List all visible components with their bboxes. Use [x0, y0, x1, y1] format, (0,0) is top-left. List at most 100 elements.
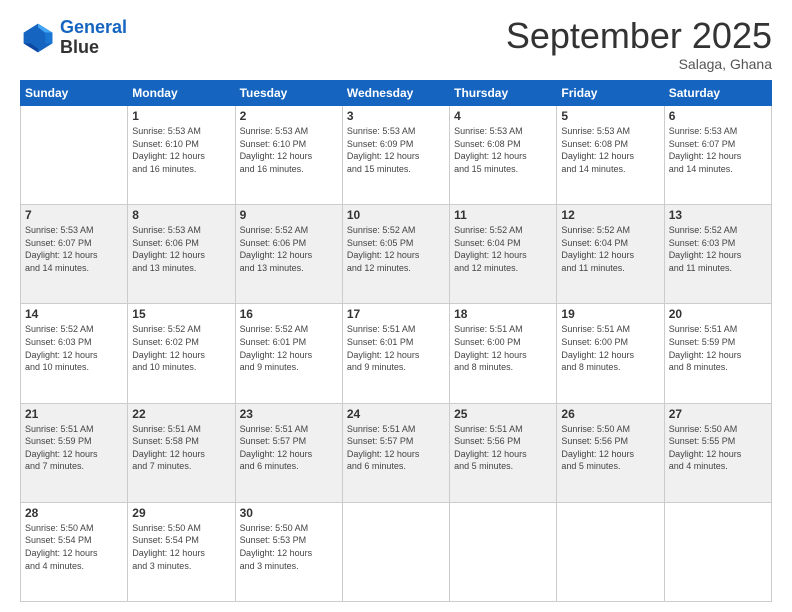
table-row: 1Sunrise: 5:53 AM Sunset: 6:10 PM Daylig…	[128, 106, 235, 205]
table-row: 10 Sunrise: 5:52 AM Sunset: 6:05 PM Dayli…	[342, 205, 449, 304]
day-info: Sunrise: 5:52 AM Sunset: 6:06 PM Dayligh…	[240, 224, 338, 274]
col-friday: Friday	[557, 81, 664, 106]
day-info: Sunrise: 5:53 AM Sunset: 6:08 PM Dayligh…	[561, 125, 659, 175]
day-info: Sunrise: 5:51 AM Sunset: 6:01 PM Dayligh…	[347, 323, 445, 373]
table-row: 26 Sunrise: 5:50 AM Sunset: 5:56 PM Dayli…	[557, 403, 664, 502]
table-row: 22 Sunrise: 5:51 AM Sunset: 5:58 PM Dayli…	[128, 403, 235, 502]
table-row: 8 Sunrise: 5:53 AM Sunset: 6:06 PM Daylig…	[128, 205, 235, 304]
table-row: 19Sunrise: 5:51 AM Sunset: 6:00 PM Dayli…	[557, 304, 664, 403]
day-number: 23	[240, 407, 338, 421]
table-row: 15 Sunrise: 5:52 AM Sunset: 6:02 PM Dayli…	[128, 304, 235, 403]
day-info: Sunrise: 5:53 AM Sunset: 6:07 PM Dayligh…	[25, 224, 123, 274]
calendar-header-row: Sunday Monday Tuesday Wednesday Thursday…	[21, 81, 772, 106]
col-thursday: Thursday	[450, 81, 557, 106]
calendar-week-row: 1Sunrise: 5:53 AM Sunset: 6:10 PM Daylig…	[21, 106, 772, 205]
table-row	[557, 502, 664, 601]
day-number: 5	[561, 109, 659, 123]
day-info: Sunrise: 5:50 AM Sunset: 5:56 PM Dayligh…	[561, 423, 659, 473]
col-tuesday: Tuesday	[235, 81, 342, 106]
table-row: 4Sunrise: 5:53 AM Sunset: 6:08 PM Daylig…	[450, 106, 557, 205]
day-info: Sunrise: 5:52 AM Sunset: 6:02 PM Dayligh…	[132, 323, 230, 373]
day-info: Sunrise: 5:51 AM Sunset: 5:59 PM Dayligh…	[25, 423, 123, 473]
calendar-week-row: 21Sunrise: 5:51 AM Sunset: 5:59 PM Dayli…	[21, 403, 772, 502]
calendar-table: Sunday Monday Tuesday Wednesday Thursday…	[20, 80, 772, 602]
day-number: 7	[25, 208, 123, 222]
day-number: 13	[669, 208, 767, 222]
day-info: Sunrise: 5:50 AM Sunset: 5:54 PM Dayligh…	[25, 522, 123, 572]
calendar-week-row: 7 Sunrise: 5:53 AM Sunset: 6:07 PM Daylig…	[21, 205, 772, 304]
table-row: 17 Sunrise: 5:51 AM Sunset: 6:01 PM Dayli…	[342, 304, 449, 403]
table-row: 3Sunrise: 5:53 AM Sunset: 6:09 PM Daylig…	[342, 106, 449, 205]
logo-icon	[20, 20, 56, 56]
table-row: 14Sunrise: 5:52 AM Sunset: 6:03 PM Dayli…	[21, 304, 128, 403]
day-info: Sunrise: 5:53 AM Sunset: 6:08 PM Dayligh…	[454, 125, 552, 175]
day-number: 11	[454, 208, 552, 222]
table-row: 13 Sunrise: 5:52 AM Sunset: 6:03 PM Dayli…	[664, 205, 771, 304]
day-number: 17	[347, 307, 445, 321]
table-row: 12 Sunrise: 5:52 AM Sunset: 6:04 PM Dayli…	[557, 205, 664, 304]
logo-general: General	[60, 17, 127, 37]
day-number: 10	[347, 208, 445, 222]
day-info: Sunrise: 5:53 AM Sunset: 6:06 PM Dayligh…	[132, 224, 230, 274]
day-info: Sunrise: 5:52 AM Sunset: 6:01 PM Dayligh…	[240, 323, 338, 373]
table-row: 7 Sunrise: 5:53 AM Sunset: 6:07 PM Daylig…	[21, 205, 128, 304]
table-row: 30 Sunrise: 5:50 AM Sunset: 5:53 PM Dayli…	[235, 502, 342, 601]
table-row	[342, 502, 449, 601]
col-saturday: Saturday	[664, 81, 771, 106]
day-number: 28	[25, 506, 123, 520]
col-sunday: Sunday	[21, 81, 128, 106]
day-info: Sunrise: 5:51 AM Sunset: 5:58 PM Dayligh…	[132, 423, 230, 473]
table-row	[450, 502, 557, 601]
table-row: 16 Sunrise: 5:52 AM Sunset: 6:01 PM Dayli…	[235, 304, 342, 403]
day-info: Sunrise: 5:52 AM Sunset: 6:05 PM Dayligh…	[347, 224, 445, 274]
table-row: 2 Sunrise: 5:53 AM Sunset: 6:10 PM Daylig…	[235, 106, 342, 205]
day-number: 2	[240, 109, 338, 123]
day-info: Sunrise: 5:53 AM Sunset: 6:10 PM Dayligh…	[132, 125, 230, 175]
day-number: 16	[240, 307, 338, 321]
table-row: 6 Sunrise: 5:53 AM Sunset: 6:07 PM Daylig…	[664, 106, 771, 205]
table-row: 18 Sunrise: 5:51 AM Sunset: 6:00 PM Dayli…	[450, 304, 557, 403]
table-row: 21Sunrise: 5:51 AM Sunset: 5:59 PM Dayli…	[21, 403, 128, 502]
month-title: September 2025	[506, 18, 772, 54]
col-monday: Monday	[128, 81, 235, 106]
day-number: 12	[561, 208, 659, 222]
day-number: 18	[454, 307, 552, 321]
day-number: 29	[132, 506, 230, 520]
location: Salaga, Ghana	[506, 56, 772, 72]
day-number: 25	[454, 407, 552, 421]
day-info: Sunrise: 5:52 AM Sunset: 6:03 PM Dayligh…	[25, 323, 123, 373]
day-number: 8	[132, 208, 230, 222]
table-row: 11 Sunrise: 5:52 AM Sunset: 6:04 PM Dayli…	[450, 205, 557, 304]
page: General Blue September 2025 Salaga, Ghan…	[0, 0, 792, 612]
day-info: Sunrise: 5:52 AM Sunset: 6:04 PM Dayligh…	[561, 224, 659, 274]
day-info: Sunrise: 5:50 AM Sunset: 5:53 PM Dayligh…	[240, 522, 338, 572]
day-info: Sunrise: 5:51 AM Sunset: 5:59 PM Dayligh…	[669, 323, 767, 373]
day-number: 15	[132, 307, 230, 321]
day-info: Sunrise: 5:53 AM Sunset: 6:10 PM Dayligh…	[240, 125, 338, 175]
table-row: 9 Sunrise: 5:52 AM Sunset: 6:06 PM Daylig…	[235, 205, 342, 304]
logo: General Blue	[20, 18, 127, 58]
table-row: 29 Sunrise: 5:50 AM Sunset: 5:54 PM Dayli…	[128, 502, 235, 601]
day-number: 27	[669, 407, 767, 421]
day-info: Sunrise: 5:52 AM Sunset: 6:04 PM Dayligh…	[454, 224, 552, 274]
day-info: Sunrise: 5:50 AM Sunset: 5:54 PM Dayligh…	[132, 522, 230, 572]
table-row: 5 Sunrise: 5:53 AM Sunset: 6:08 PM Daylig…	[557, 106, 664, 205]
day-info: Sunrise: 5:52 AM Sunset: 6:03 PM Dayligh…	[669, 224, 767, 274]
day-number: 24	[347, 407, 445, 421]
day-info: Sunrise: 5:53 AM Sunset: 6:07 PM Dayligh…	[669, 125, 767, 175]
day-number: 22	[132, 407, 230, 421]
day-info: Sunrise: 5:51 AM Sunset: 6:00 PM Dayligh…	[561, 323, 659, 373]
calendar-week-row: 28 Sunrise: 5:50 AM Sunset: 5:54 PM Dayli…	[21, 502, 772, 601]
day-info: Sunrise: 5:51 AM Sunset: 6:00 PM Dayligh…	[454, 323, 552, 373]
day-number: 30	[240, 506, 338, 520]
day-number: 6	[669, 109, 767, 123]
day-number: 26	[561, 407, 659, 421]
day-info: Sunrise: 5:51 AM Sunset: 5:57 PM Dayligh…	[347, 423, 445, 473]
day-info: Sunrise: 5:51 AM Sunset: 5:57 PM Dayligh…	[240, 423, 338, 473]
day-info: Sunrise: 5:51 AM Sunset: 5:56 PM Dayligh…	[454, 423, 552, 473]
table-row: 25 Sunrise: 5:51 AM Sunset: 5:56 PM Dayli…	[450, 403, 557, 502]
day-number: 3	[347, 109, 445, 123]
table-row: 20Sunrise: 5:51 AM Sunset: 5:59 PM Dayli…	[664, 304, 771, 403]
day-number: 9	[240, 208, 338, 222]
table-row: 24 Sunrise: 5:51 AM Sunset: 5:57 PM Dayli…	[342, 403, 449, 502]
